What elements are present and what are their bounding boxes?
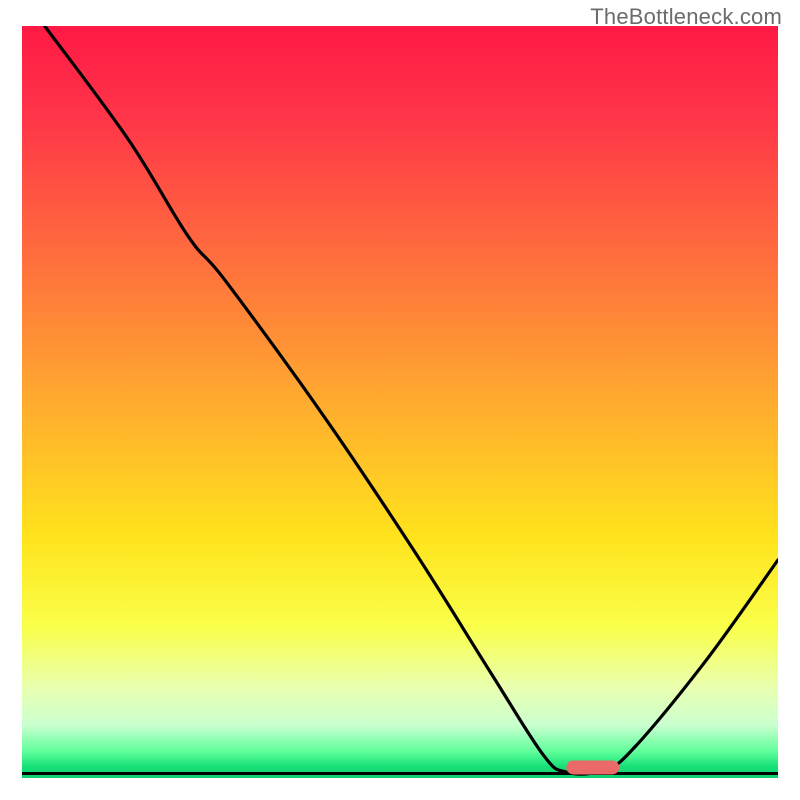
gradient-background (22, 26, 778, 778)
optimal-marker (566, 760, 619, 774)
bottleneck-chart (22, 26, 778, 778)
chart-svg (22, 26, 778, 778)
